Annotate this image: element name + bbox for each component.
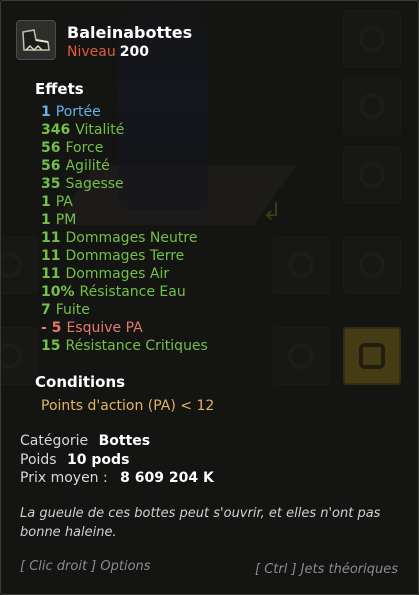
effect-label: Dommages Terre bbox=[65, 248, 185, 264]
effect-label: Vitalité bbox=[75, 122, 125, 138]
effect-label: Résistance Critiques bbox=[65, 338, 208, 354]
category-row: Catégorie Bottes bbox=[20, 433, 150, 449]
price-row: Prix moyen : 8 609 204 K bbox=[20, 470, 214, 486]
conditions-title: Conditions bbox=[35, 373, 126, 391]
effect-line: 1 PA bbox=[41, 193, 208, 211]
effect-label: Sagesse bbox=[65, 176, 124, 192]
effect-value: 346 bbox=[41, 122, 71, 138]
effect-line: 11 Dommages Neutre bbox=[41, 229, 208, 247]
level-value: 200 bbox=[119, 44, 149, 60]
right-click-hint: [ Clic droit ] Options bbox=[20, 559, 151, 574]
weight-row: Poids 10 pods bbox=[20, 452, 129, 468]
effect-label: PA bbox=[55, 194, 73, 210]
item-description: La gueule de ces bottes peut s'ouvrir, e… bbox=[20, 506, 381, 540]
effect-label: Esquive PA bbox=[66, 320, 143, 336]
weight-value: 10 pods bbox=[67, 452, 130, 468]
level-label: Niveau bbox=[67, 44, 116, 60]
effect-label: Portée bbox=[55, 104, 101, 120]
effect-line: 15 Résistance Critiques bbox=[41, 337, 208, 355]
effect-value: 1 bbox=[41, 104, 51, 120]
effect-value: 7 bbox=[41, 302, 51, 318]
effect-line: 56 Agilité bbox=[41, 157, 208, 175]
effect-line: 10% Résistance Eau bbox=[41, 283, 208, 301]
effect-label: PM bbox=[55, 212, 77, 228]
effect-value: 10% bbox=[41, 284, 75, 300]
effect-value: 56 bbox=[41, 140, 61, 156]
price-label: Prix moyen : bbox=[20, 470, 108, 486]
condition-text: Points d'action (PA) < 12 bbox=[41, 398, 215, 414]
category-value: Bottes bbox=[98, 433, 151, 449]
effect-label: Dommages Air bbox=[65, 266, 170, 282]
price-value: 8 609 204 K bbox=[120, 470, 214, 486]
item-level: Niveau 200 bbox=[67, 44, 149, 60]
item-tooltip: Baleinabottes Niveau 200 Effets 1 Portée 34… bbox=[0, 0, 419, 595]
effect-line: 11 Dommages Air bbox=[41, 265, 208, 283]
effect-value: 35 bbox=[41, 176, 61, 192]
effect-label: Dommages Neutre bbox=[65, 230, 198, 246]
item-name: Baleinabottes bbox=[67, 23, 193, 42]
effect-line: - 5 Esquive PA bbox=[41, 319, 208, 337]
category-label: Catégorie bbox=[20, 433, 89, 449]
effect-value: - 5 bbox=[41, 320, 62, 336]
effect-line: 56 Force bbox=[41, 139, 208, 157]
effect-label: Fuite bbox=[55, 302, 90, 318]
weight-label: Poids bbox=[20, 452, 57, 468]
effect-value: 1 bbox=[41, 212, 51, 228]
effect-value: 56 bbox=[41, 158, 61, 174]
effect-value: 1 bbox=[41, 194, 51, 210]
effect-line: 35 Sagesse bbox=[41, 175, 208, 193]
effect-line: 11 Dommages Terre bbox=[41, 247, 208, 265]
effect-label: Agilité bbox=[65, 158, 110, 174]
effect-value: 15 bbox=[41, 338, 61, 354]
effect-value: 11 bbox=[41, 248, 61, 264]
effect-line: 1 PM bbox=[41, 211, 208, 229]
ctrl-hint: [ Ctrl ] Jets théoriques bbox=[254, 562, 398, 577]
effect-label: Résistance Eau bbox=[79, 284, 186, 300]
boots-icon bbox=[16, 20, 56, 60]
effect-line: 7 Fuite bbox=[41, 301, 208, 319]
effect-line: 1 Portée bbox=[41, 103, 208, 121]
effect-value: 11 bbox=[41, 230, 61, 246]
effect-line: 346 Vitalité bbox=[41, 121, 208, 139]
effects-title: Effets bbox=[35, 80, 84, 98]
effect-label: Force bbox=[65, 140, 104, 156]
effects-list: 1 Portée 346 Vitalité 56 Force 56 Agilité 35 Sage… bbox=[41, 103, 208, 355]
effect-value: 11 bbox=[41, 266, 61, 282]
